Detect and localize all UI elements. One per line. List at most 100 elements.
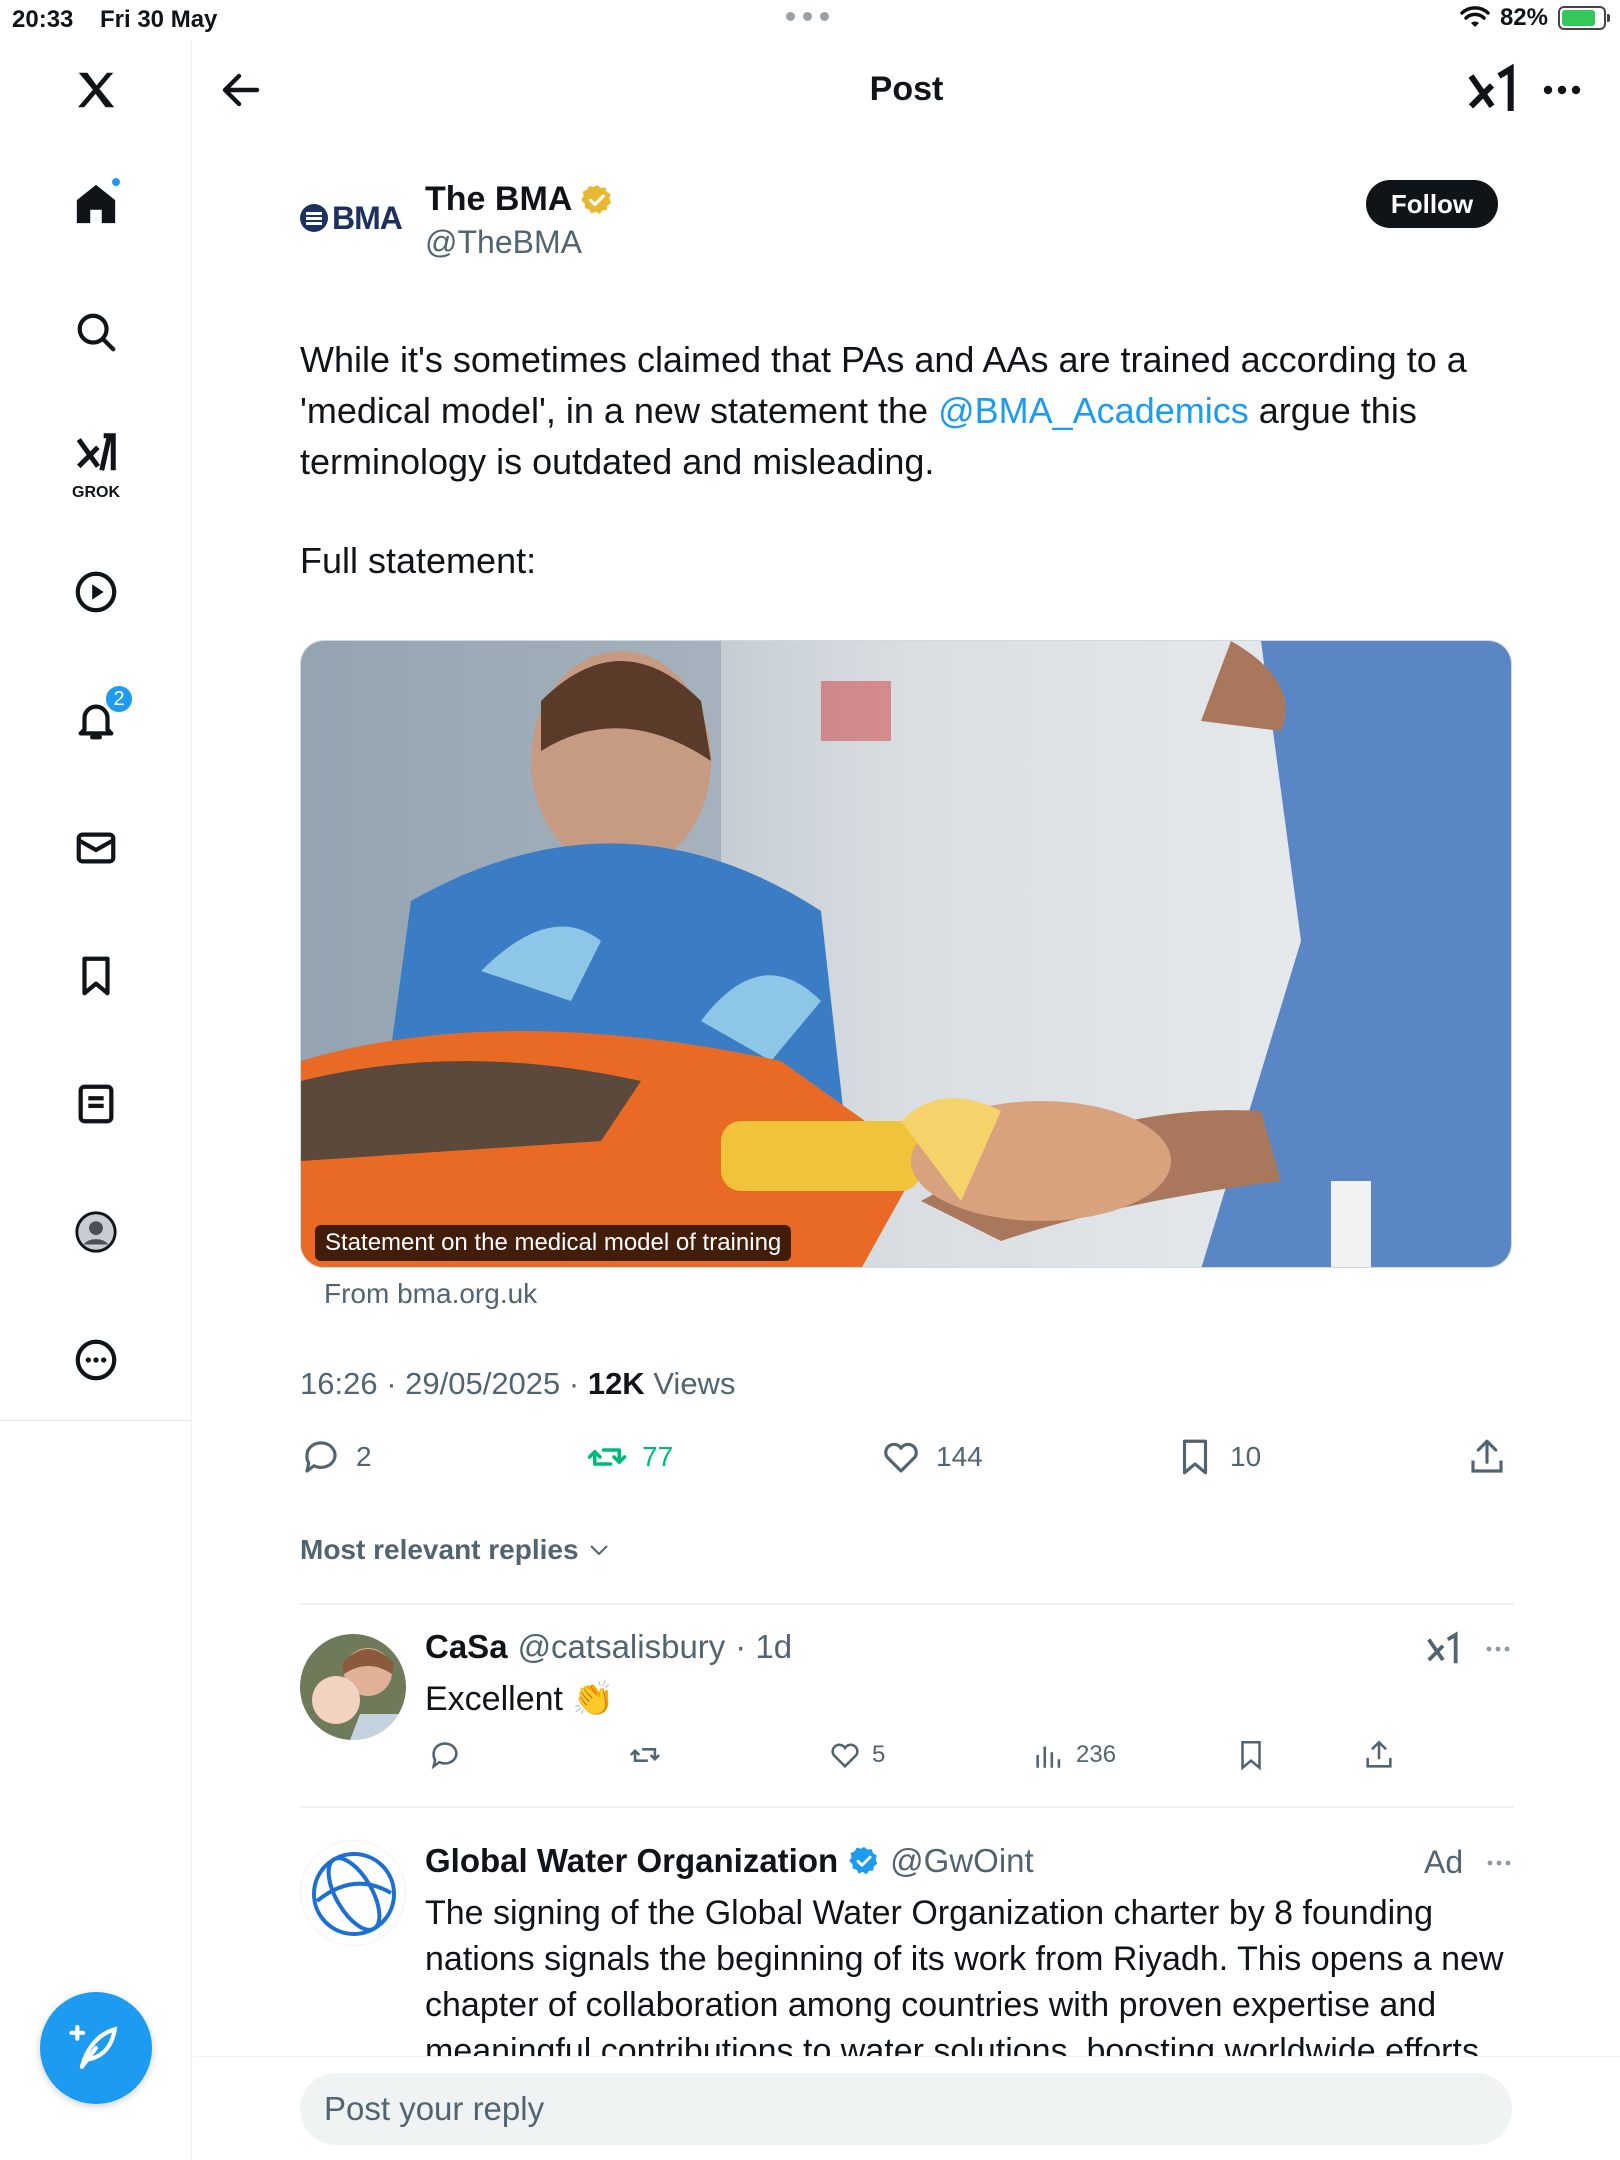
bookmark-button[interactable]: 10 [1174,1436,1261,1478]
search-icon [77,313,116,352]
share-button[interactable] [1466,1436,1508,1478]
reply-input[interactable] [300,2073,1512,2145]
follow-button[interactable]: Follow [1366,180,1498,228]
share-icon [1471,1439,1503,1473]
new-content-dot [110,176,122,188]
post-actions: 2 77 144 10 [300,1436,1512,1484]
like-button[interactable]: 144 [880,1436,983,1478]
divider [300,1603,1514,1605]
heart-icon [831,1743,859,1769]
view-count: 236 [1076,1741,1117,1768]
replies-sort-dropdown[interactable]: Most relevant replies [300,1534,611,1566]
post-text: While it's sometimes claimed that PAs an… [300,339,1467,482]
reply-author-name[interactable]: Global Water Organization [425,1842,838,1880]
repost-icon [587,1448,627,1466]
reply-header: Global Water Organization @GwOint [425,1842,1034,1880]
video-icon [75,571,117,613]
ad-post: Global Water Organization @GwOint Ad The… [193,1820,1620,2056]
repost-count: 77 [642,1441,674,1472]
mention-link[interactable]: @BMA_Academics [938,390,1249,431]
author-avatar[interactable]: BMA [300,178,410,258]
bookmark-icon [1182,1439,1208,1475]
bookmark-count: 10 [1230,1441,1262,1472]
sidebar: GROK 2 [0,40,192,2160]
divider [300,1806,1514,1808]
x-logo-icon[interactable] [56,50,136,130]
card-source[interactable]: From bma.org.uk [324,1278,537,1310]
sidebar-item-home[interactable] [56,164,136,244]
avatar[interactable] [300,1840,406,1946]
repost-button[interactable] [628,1738,662,1772]
sidebar-item-lists[interactable] [56,1064,136,1144]
more-options-icon[interactable] [1534,62,1590,118]
verified-blue-badge-icon [849,1847,878,1875]
card-image [301,641,1511,1267]
reply-text: Excellent 👏 [425,1680,615,1718]
grok-icon [76,433,116,471]
bookmark-button[interactable] [1234,1738,1268,1772]
home-icon [76,184,116,224]
sidebar-item-search[interactable] [56,292,136,372]
analytics-icon [1036,1746,1061,1768]
battery-icon [1558,6,1610,30]
reply-author-handle[interactable]: @GwOint [890,1842,1034,1880]
compose-feather-icon [69,2024,118,2069]
reply-button[interactable]: 2 [300,1436,372,1478]
status-date: Fri 30 May [100,6,218,33]
bookmark-icon [82,956,110,996]
bookmark-icon [1241,1740,1261,1771]
reply-icon [431,1742,458,1770]
more-icon [75,1339,117,1381]
mail-icon [76,832,116,864]
views-button[interactable]: 236 [1032,1738,1116,1772]
wifi-icon [1460,6,1490,27]
bma-logo: BMA [300,200,403,237]
more-options-icon[interactable] [1480,1631,1516,1667]
sidebar-item-bookmarks[interactable] [56,936,136,1016]
status-bar: 20:33 Fri 30 May 82% [0,0,1620,40]
repost-button[interactable]: 77 [586,1436,673,1478]
more-options-icon[interactable] [1481,1845,1517,1881]
verified-gold-badge-icon [581,184,612,214]
grok-icon[interactable] [1464,62,1520,118]
reply-header: CaSa @catsalisbury · 1d [425,1628,792,1666]
post-text-full-statement: Full statement: [300,540,537,581]
sidebar-divider [0,1420,192,1421]
reply-button[interactable] [428,1738,462,1772]
like-button[interactable]: 5 [828,1738,885,1772]
reply-icon [305,1441,337,1473]
compose-button[interactable] [40,1992,152,2104]
notifications-badge: 2 [104,684,134,714]
share-icon [1366,1740,1392,1768]
globe-logo-icon [312,1852,396,1936]
list-icon [78,1084,114,1124]
sidebar-item-grok[interactable]: GROK [56,422,136,502]
sidebar-item-profile[interactable] [56,1192,136,1272]
author-name[interactable]: The BMA [425,180,614,219]
grok-icon[interactable] [1424,1630,1462,1668]
multitasking-dots-icon[interactable] [786,12,829,21]
sidebar-item-notifications[interactable]: 2 [56,680,136,760]
views-count: 12K [587,1366,645,1401]
post-meta: 16:26 · 29/05/2025 · 12K Views [300,1366,736,1401]
post-timestamp[interactable]: 16:26 · 29/05/2025 · [300,1366,588,1401]
reply-age: · 1d [735,1628,793,1665]
like-count: 144 [936,1441,983,1472]
reply-text: The signing of the Global Water Organiza… [425,1894,1504,2056]
repost-icon [629,1748,661,1762]
sidebar-item-messages[interactable] [56,808,136,888]
heart-icon [884,1442,918,1473]
share-button[interactable] [1362,1738,1396,1772]
reply-author-name[interactable]: CaSa [425,1628,508,1666]
author-handle[interactable]: @TheBMA [425,224,582,261]
author-display-name: The BMA [425,180,573,218]
link-card[interactable]: Statement on the medical model of traini… [300,640,1512,1268]
sort-label: Most relevant replies [300,1534,579,1565]
sidebar-item-video[interactable] [56,552,136,632]
reply-author-handle[interactable]: @catsalisbury [518,1628,726,1666]
sidebar-item-more[interactable] [56,1320,136,1400]
chevron-down-icon [589,1545,608,1556]
reply-actions: 5 236 [428,1738,1428,1778]
page-title: Post [869,70,944,108]
avatar[interactable] [300,1634,406,1740]
